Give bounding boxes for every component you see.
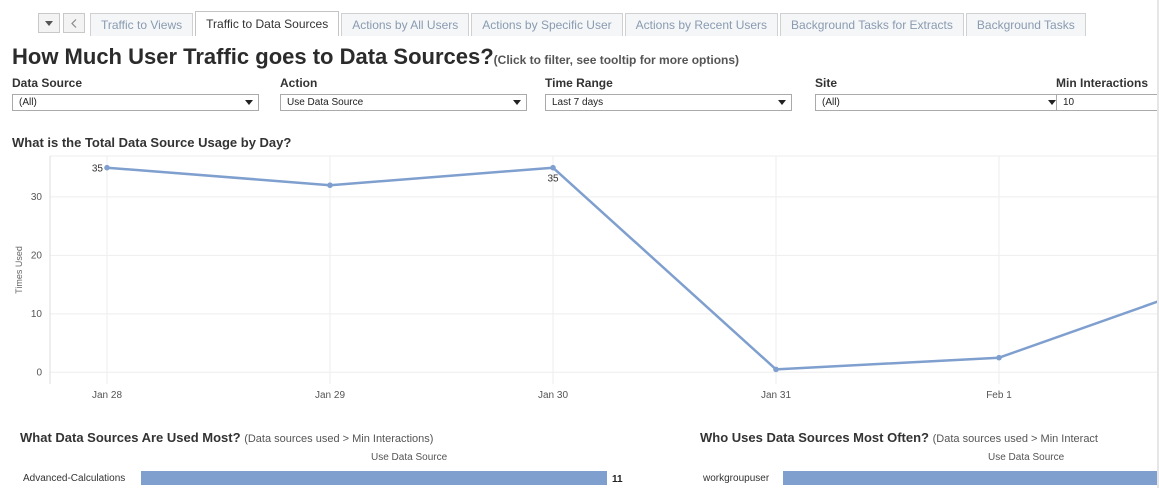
- filter-min-interactions: Min Interactions 10: [1056, 76, 1159, 111]
- dropdown-arrow-icon: [513, 100, 521, 105]
- dropdown-arrow-icon: [778, 100, 786, 105]
- data-point: [996, 354, 1002, 361]
- y-axis-title: Times Used: [14, 246, 24, 294]
- data-source-dropdown[interactable]: (All): [12, 94, 259, 111]
- filter-time-range: Time Range Last 7 days: [545, 76, 792, 111]
- y-tick-label: 0: [36, 367, 42, 378]
- site-dropdown[interactable]: (All): [815, 94, 1062, 111]
- filter-label: Data Source: [12, 76, 83, 90]
- min-interactions-input[interactable]: 10: [1056, 94, 1159, 111]
- dropdown-value: (All): [19, 97, 37, 108]
- chart-marks: 35 35: [92, 164, 1002, 373]
- dropdown-value: (All): [822, 97, 840, 108]
- tab-background-tasks[interactable]: Background Tasks: [965, 13, 1086, 36]
- x-tick-label: Jan 29: [315, 390, 345, 400]
- filter-label: Site: [815, 76, 838, 90]
- most-used-title-text: What Data Sources Are Used Most?: [20, 430, 241, 445]
- dropdown-arrow-icon: [245, 100, 253, 105]
- chevron-left-icon: [71, 18, 77, 28]
- data-point: [104, 164, 110, 171]
- tab-actions-by-specific-user[interactable]: Actions by Specific User: [471, 13, 623, 36]
- bar-row-label: Advanced-Calculations: [23, 473, 126, 484]
- most-often-title: Who Uses Data Sources Most Often? (Data …: [700, 430, 1098, 445]
- usage-chart-title: What is the Total Data Source Usage by D…: [12, 135, 292, 150]
- filter-data-source: Data Source (All): [12, 76, 259, 111]
- most-often-column-header: Use Data Source: [988, 452, 1065, 463]
- tab-list: Traffic to Views Traffic to Data Sources…: [90, 11, 1088, 36]
- tab-traffic-to-data-sources[interactable]: Traffic to Data Sources: [195, 11, 340, 36]
- chevron-down-icon: [45, 20, 53, 26]
- data-point: [550, 164, 556, 171]
- page-title-text: How Much User Traffic goes to Data Sourc…: [12, 44, 494, 69]
- time-range-dropdown[interactable]: Last 7 days: [545, 94, 792, 111]
- most-used-column-header: Use Data Source: [371, 452, 448, 463]
- tab-actions-by-recent-users[interactable]: Actions by Recent Users: [624, 13, 779, 36]
- action-dropdown[interactable]: Use Data Source: [280, 94, 527, 111]
- chart-grid: [50, 155, 1159, 384]
- bar-advanced-calculations[interactable]: [141, 471, 607, 485]
- bar-workgroupuser[interactable]: [783, 471, 1157, 485]
- x-tick-label: Jan 28: [92, 390, 122, 400]
- filter-label: Min Interactions: [1056, 76, 1149, 90]
- usage-line-chart: 0102030Jan 28 Jan 29 Jan 30 Jan 31 Feb 1 353…: [14, 155, 1159, 400]
- data-point: [327, 182, 333, 189]
- y-tick-label: 20: [31, 250, 43, 261]
- filter-site: Site (All): [815, 76, 1062, 111]
- bar-row-label: workgroupuser: [703, 473, 770, 484]
- most-used-title: What Data Sources Are Used Most? (Data s…: [20, 430, 433, 445]
- page-subtitle: (Click to filter, see tooltip for more o…: [493, 53, 740, 67]
- tab-back-button[interactable]: [63, 13, 85, 33]
- tab-strip: Traffic to Views Traffic to Data Sources…: [0, 0, 1159, 36]
- most-often-note: (Data sources used > Min Interact: [932, 433, 1098, 445]
- series-line: [106, 166, 1159, 371]
- bar-value-label: 11: [612, 474, 623, 485]
- x-tick-label: Jan 31: [761, 390, 791, 400]
- data-label: 35: [92, 164, 104, 175]
- filter-action: Action Use Data Source: [280, 76, 527, 111]
- chart-axes: 0 10 20 30 Jan 28 Jan 29 Jan 30 Jan 31 Feb 1: [31, 156, 1012, 400]
- dropdown-value: Use Data Source: [287, 97, 364, 108]
- filter-label: Time Range: [545, 76, 613, 90]
- tab-traffic-to-views[interactable]: Traffic to Views: [90, 13, 194, 36]
- most-often-title-text: Who Uses Data Sources Most Often?: [700, 430, 929, 445]
- tab-menu-button[interactable]: [38, 13, 60, 33]
- x-tick-label: Feb 1: [986, 390, 1012, 400]
- y-tick-label: 30: [31, 192, 43, 203]
- filter-label: Action: [280, 76, 318, 90]
- data-point: [773, 366, 779, 373]
- dropdown-value: Last 7 days: [552, 97, 604, 108]
- data-label: 35: [547, 174, 559, 185]
- y-tick-label: 10: [31, 309, 43, 320]
- dropdown-arrow-icon: [1048, 100, 1056, 105]
- page-title: How Much User Traffic goes to Data Sourc…: [12, 44, 739, 70]
- x-tick-label: Jan 30: [538, 390, 568, 400]
- tab-actions-by-all-users[interactable]: Actions by All Users: [341, 13, 470, 36]
- tab-background-tasks-for-extracts[interactable]: Background Tasks for Extracts: [780, 13, 964, 36]
- most-used-note: (Data sources used > Min Interactions): [244, 433, 434, 445]
